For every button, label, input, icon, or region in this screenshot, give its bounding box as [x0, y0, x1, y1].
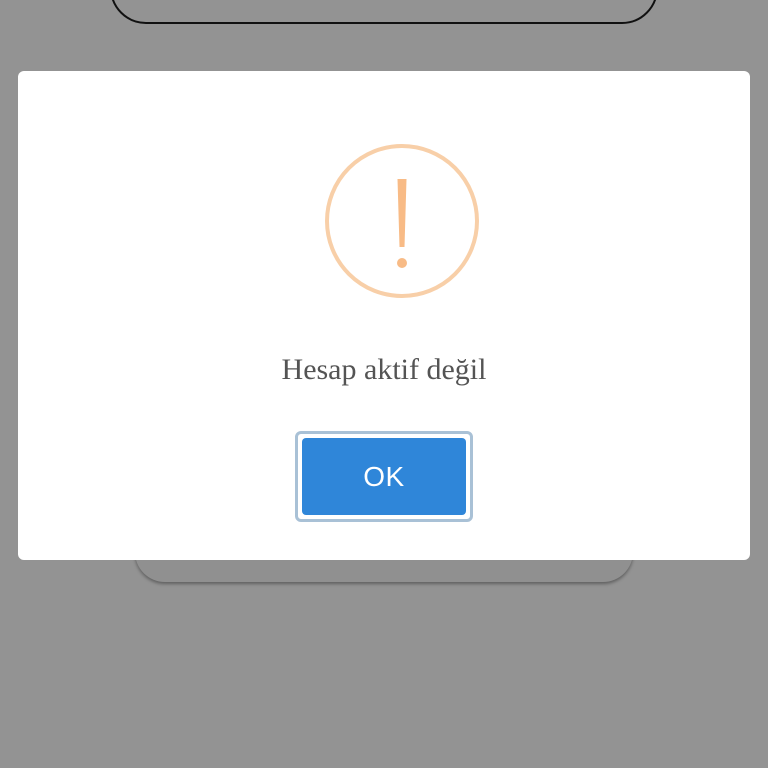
warning-exclamation-icon: [325, 144, 479, 298]
background-card-top: [110, 0, 658, 24]
alert-dialog: Hesap aktif değil OK: [18, 71, 750, 560]
ok-button[interactable]: OK: [295, 431, 473, 522]
ok-button-label[interactable]: OK: [302, 438, 466, 515]
alert-message: Hesap aktif değil: [281, 353, 487, 386]
